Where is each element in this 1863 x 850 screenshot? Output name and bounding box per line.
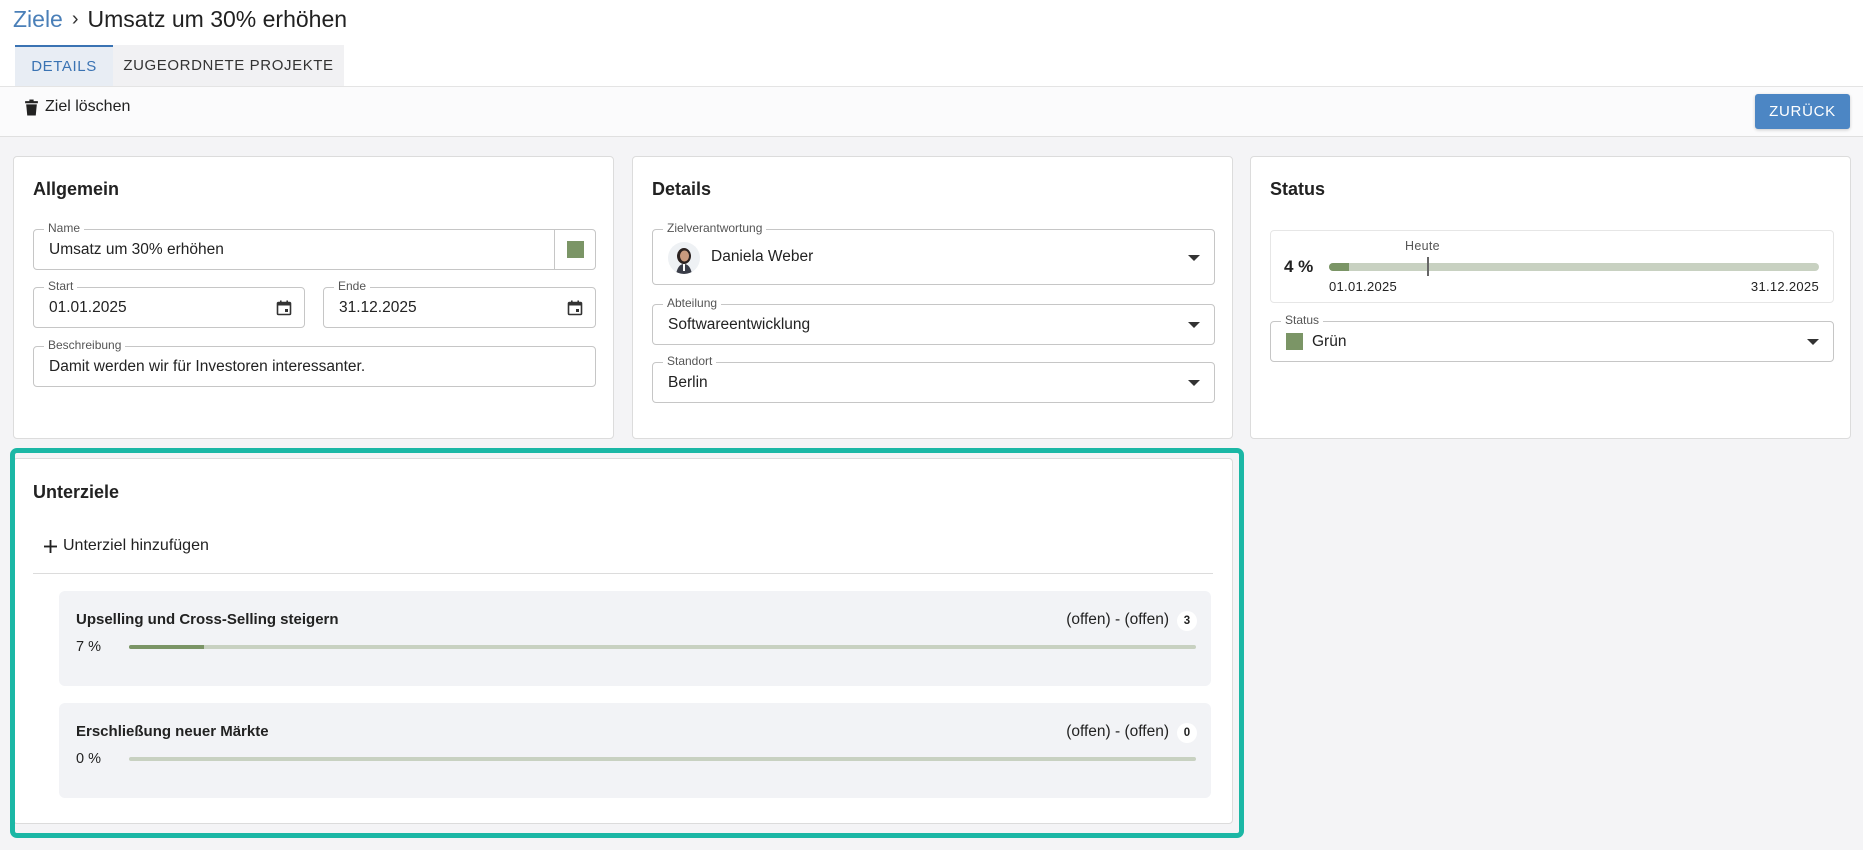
subgoal-title: Upselling und Cross-Selling steigern bbox=[76, 611, 339, 628]
color-picker[interactable] bbox=[554, 230, 595, 269]
description-field[interactable]: Beschreibung Damit werden wir für Invest… bbox=[33, 338, 596, 387]
delete-goal-label: Ziel löschen bbox=[45, 98, 131, 115]
status-select[interactable]: Status Grün bbox=[1270, 313, 1834, 362]
department-label: Abteilung bbox=[663, 296, 722, 310]
chevron-right-icon: › bbox=[71, 8, 79, 30]
department-value: Softwareentwicklung bbox=[668, 316, 811, 333]
allgemein-card: Allgemein Name Umsatz um 30% erhöhen Sta… bbox=[13, 156, 614, 439]
owner-select[interactable]: Zielverantwortung Daniela Weber bbox=[652, 221, 1215, 285]
tab-details[interactable]: DETAILS bbox=[15, 45, 113, 86]
subgoal-count-badge: 0 bbox=[1177, 723, 1197, 743]
subgoal-percent: 7 % bbox=[76, 639, 101, 655]
details-title: Details bbox=[652, 179, 712, 199]
subgoal-progress-track bbox=[129, 645, 1196, 649]
status-card: Status 4 % Heute 01.01.2025 31.12.2025 S… bbox=[1250, 156, 1851, 439]
owner-value: Daniela Weber bbox=[711, 248, 814, 265]
calendar-icon[interactable] bbox=[567, 300, 583, 316]
trash-icon bbox=[25, 99, 38, 115]
department-select[interactable]: Abteilung Softwareentwicklung bbox=[652, 296, 1215, 345]
progress-track bbox=[1329, 263, 1819, 271]
calendar-icon[interactable] bbox=[276, 300, 292, 316]
subgoal-percent: 0 % bbox=[76, 751, 101, 767]
avatar bbox=[668, 242, 700, 274]
subgoal-dates: (offen) - (offen) bbox=[1066, 611, 1169, 628]
tab-zugeordnete-projekte[interactable]: ZUGEORDNETE PROJEKTE bbox=[113, 45, 344, 86]
dropdown-arrow-icon bbox=[1807, 339, 1819, 345]
details-card: Details Zielverantwortung Daniela Weber … bbox=[632, 156, 1233, 439]
progress-fill bbox=[1329, 263, 1349, 271]
subgoal-title: Erschließung neuer Märkte bbox=[76, 723, 269, 740]
end-date-field[interactable]: Ende 31.12.2025 bbox=[323, 279, 596, 328]
progress-percent: 4 % bbox=[1284, 257, 1314, 276]
start-label: Start bbox=[44, 279, 78, 293]
unterziele-title: Unterziele bbox=[33, 482, 120, 502]
status-color-swatch bbox=[1286, 333, 1303, 350]
today-label: Heute bbox=[1405, 239, 1440, 253]
breadcrumb: Ziele › Umsatz um 30% erhöhen bbox=[13, 6, 347, 33]
timeline-end-date: 31.12.2025 bbox=[1750, 279, 1819, 294]
end-value: 31.12.2025 bbox=[339, 299, 417, 316]
status-value: Grün bbox=[1312, 333, 1347, 350]
add-subgoal-button[interactable]: Unterziel hinzufügen bbox=[44, 537, 209, 555]
action-bar: Ziel löschen ZURÜCK bbox=[0, 87, 1863, 137]
add-subgoal-label: Unterziel hinzufügen bbox=[63, 537, 209, 554]
dropdown-arrow-icon bbox=[1188, 255, 1200, 261]
end-label: Ende bbox=[334, 279, 371, 293]
subgoal-item[interactable]: Upselling und Cross-Selling steigern (of… bbox=[59, 591, 1211, 686]
subgoal-item[interactable]: Erschließung neuer Märkte (offen) - (off… bbox=[59, 703, 1211, 798]
location-value: Berlin bbox=[668, 374, 708, 391]
name-value: Umsatz um 30% erhöhen bbox=[49, 241, 224, 258]
start-date-field[interactable]: Start 01.01.2025 bbox=[33, 279, 305, 328]
name-label: Name bbox=[44, 221, 85, 235]
subgoal-count-badge: 3 bbox=[1177, 611, 1197, 631]
owner-label: Zielverantwortung bbox=[663, 221, 767, 235]
today-marker bbox=[1427, 257, 1429, 276]
start-value: 01.01.2025 bbox=[49, 299, 127, 316]
subgoal-dates: (offen) - (offen) bbox=[1066, 723, 1169, 740]
divider bbox=[33, 573, 1213, 574]
location-label: Standort bbox=[663, 354, 717, 368]
subgoal-progress-fill bbox=[129, 645, 204, 649]
status-label: Status bbox=[1281, 313, 1324, 327]
header: Ziele › Umsatz um 30% erhöhen DETAILS ZU… bbox=[0, 0, 1863, 87]
description-value: Damit werden wir für Investoren interess… bbox=[49, 358, 366, 375]
delete-goal-button[interactable]: Ziel löschen bbox=[24, 98, 130, 116]
allgemein-title: Allgemein bbox=[33, 179, 120, 199]
progress-timeline: 4 % Heute 01.01.2025 31.12.2025 bbox=[1270, 230, 1834, 303]
plus-icon bbox=[44, 539, 57, 553]
back-button[interactable]: ZURÜCK bbox=[1755, 94, 1850, 129]
tab-bar: DETAILS ZUGEORDNETE PROJEKTE bbox=[15, 45, 344, 86]
timeline-start-date: 01.01.2025 bbox=[1329, 279, 1398, 294]
dropdown-arrow-icon bbox=[1188, 322, 1200, 328]
page-title: Umsatz um 30% erhöhen bbox=[87, 6, 348, 32]
unterziele-card: Unterziele Unterziel hinzufügen Upsellin… bbox=[13, 458, 1233, 824]
name-field[interactable]: Name Umsatz um 30% erhöhen bbox=[33, 221, 596, 270]
description-label: Beschreibung bbox=[44, 338, 126, 352]
dropdown-arrow-icon bbox=[1188, 380, 1200, 386]
breadcrumb-ziele-link[interactable]: Ziele bbox=[13, 6, 63, 33]
status-title: Status bbox=[1270, 179, 1326, 199]
color-swatch bbox=[566, 241, 584, 258]
location-select[interactable]: Standort Berlin bbox=[652, 354, 1215, 403]
subgoal-progress-track bbox=[129, 757, 1196, 761]
